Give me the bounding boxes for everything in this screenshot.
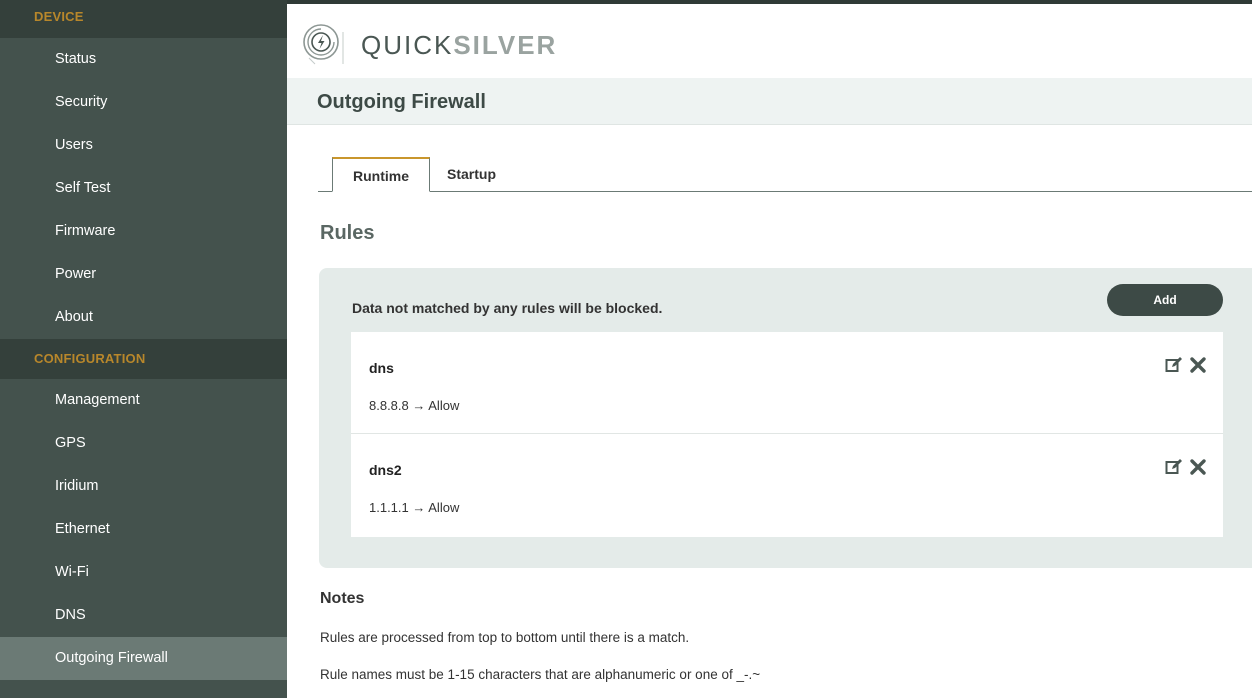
add-rule-button[interactable]: Add: [1107, 284, 1223, 316]
sidebar-item-wifi[interactable]: Wi-Fi: [0, 551, 287, 594]
sidebar-item-power[interactable]: Power: [0, 253, 287, 296]
brand-name-bold: SILVER: [453, 30, 558, 60]
sidebar-item-firmware[interactable]: Firmware: [0, 210, 287, 253]
sidebar-item-security[interactable]: Security: [0, 81, 287, 124]
rule-name: dns: [369, 360, 394, 376]
sidebar-item-ethernet[interactable]: Ethernet: [0, 508, 287, 551]
sidebar-section-device: DEVICE: [0, 0, 287, 38]
note-line: Rules are processed from top to bottom u…: [320, 630, 690, 645]
rule-item: dns2 1.1.1.1 → Allow: [351, 434, 1223, 537]
edit-icon[interactable]: [1165, 356, 1183, 374]
sidebar-item-gps[interactable]: GPS: [0, 422, 287, 465]
rule-name: dns2: [369, 462, 402, 478]
page-title: Outgoing Firewall: [317, 91, 486, 113]
sidebar-item-management[interactable]: Management: [0, 379, 287, 422]
tab-bar: Runtime Startup: [318, 157, 1252, 192]
brand-name: QUICKSILVER: [361, 30, 557, 61]
delete-icon[interactable]: [1189, 458, 1207, 476]
rule-detail: 8.8.8.8 → Allow: [369, 398, 460, 413]
sidebar-item-outgoing-firewall[interactable]: Outgoing Firewall: [0, 637, 287, 680]
note-line: Rule names must be 1-15 characters that …: [320, 667, 761, 682]
sidebar: DEVICE Status Security Users Self Test F…: [0, 0, 287, 698]
edit-icon[interactable]: [1165, 458, 1183, 476]
rules-default-message: Data not matched by any rules will be bl…: [352, 300, 663, 316]
tab-startup[interactable]: Startup: [431, 157, 512, 191]
rule-actions: [1165, 458, 1207, 476]
delete-icon[interactable]: [1189, 356, 1207, 374]
sidebar-item-about[interactable]: About: [0, 296, 287, 339]
sidebar-item-self-test[interactable]: Self Test: [0, 167, 287, 210]
rule-detail: 1.1.1.1 → Allow: [369, 500, 460, 515]
logo-icon: [303, 24, 344, 65]
sidebar-item-status[interactable]: Status: [0, 38, 287, 81]
page-header: Outgoing Firewall: [287, 78, 1252, 125]
rule-actions: [1165, 356, 1207, 374]
rules-panel: Data not matched by any rules will be bl…: [319, 268, 1252, 568]
header: QUICKSILVER: [287, 0, 1252, 78]
rule-list: dns 8.8.8.8 → Allow dns2 1.1.1.1 → Allow: [351, 332, 1223, 537]
sidebar-item-users[interactable]: Users: [0, 124, 287, 167]
tab-runtime[interactable]: Runtime: [332, 157, 430, 192]
brand-name-light: QUICK: [361, 30, 454, 60]
sidebar-section-configuration: CONFIGURATION: [0, 339, 287, 379]
sidebar-item-iridium[interactable]: Iridium: [0, 465, 287, 508]
sidebar-item-dns[interactable]: DNS: [0, 594, 287, 637]
rule-item: dns 8.8.8.8 → Allow: [351, 332, 1223, 434]
rules-section-title: Rules: [320, 222, 375, 244]
notes-title: Notes: [320, 590, 365, 607]
